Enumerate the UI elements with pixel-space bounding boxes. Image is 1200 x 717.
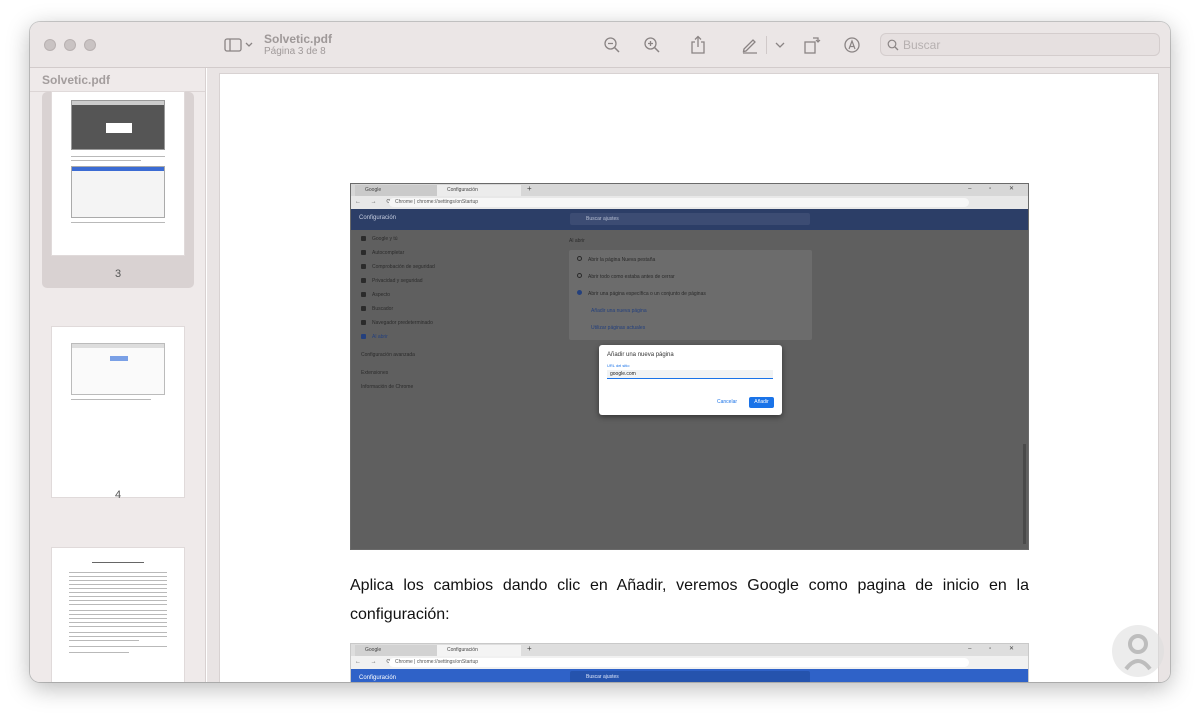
thumbnail-image [71, 100, 165, 150]
browser-tab-strip: Google Configuración + – ▫ ✕ [351, 644, 1028, 656]
window-controls-icon: – ▫ ✕ [968, 186, 1022, 192]
settings-menu-item: Aspecto [372, 292, 391, 298]
page-thumbnail-4[interactable] [52, 327, 184, 497]
dialog-title: Añadir una nueva página [607, 352, 674, 358]
page-indicator: Página 3 de 8 [264, 46, 326, 57]
startup-options-card: Abrir la página Nueva pestaña Abrir todo… [569, 250, 812, 340]
settings-header: Configuración Buscar ajustes [351, 669, 1028, 682]
section-title: Al abrir [569, 238, 585, 244]
settings-search: Buscar ajustes [570, 213, 810, 225]
share-button[interactable] [688, 34, 708, 56]
page-thumbnail-5[interactable] [52, 548, 184, 682]
settings-menu-item: Autocompletar [372, 250, 405, 256]
body-paragraph: Aplica los cambios dando clic en Añadir,… [350, 577, 1029, 623]
sidebar-icon [224, 38, 253, 52]
window-controls-icon: – ▫ ✕ [968, 646, 1022, 652]
embedded-screenshot: Google Configuración + – ▫ ✕ ← → ⟳ Chrom… [350, 183, 1029, 550]
share-icon [691, 35, 705, 54]
add-page-dialog: Añadir una nueva página URL del sitio go… [599, 345, 782, 415]
chevron-down-icon [775, 42, 785, 48]
pdf-page: Google Configuración + – ▫ ✕ ← → ⟳ Chrom… [220, 74, 1158, 682]
search-input[interactable] [903, 37, 1143, 52]
browser-tab: Configuración [437, 185, 521, 196]
dialog-field-label: URL del sitio [607, 363, 630, 368]
settings-menu-item: Privacidad y seguridad [372, 278, 423, 284]
browser-url: Chrome | chrome://settings/onStartup [389, 198, 969, 207]
browser-tab: Google [355, 185, 437, 196]
startup-option: Abrir una página específica o un conjunt… [588, 291, 706, 297]
minimize-window-button[interactable] [64, 39, 76, 51]
annotate-icon [844, 37, 860, 53]
settings-menu-item: Comprobación de seguridad [372, 264, 435, 270]
zoom-out-icon [604, 37, 620, 53]
browser-url: Chrome | chrome://settings/onStartup [389, 658, 969, 667]
thumbnail-sidebar: Solvetic.pdf 3 4 [30, 68, 206, 682]
settings-header: Configuración Buscar ajustes [351, 209, 1028, 230]
thumbnail-image [71, 343, 165, 395]
thumbnail-image [71, 166, 165, 218]
dialog-add-button: Añadir [749, 397, 774, 408]
settings-title: Configuración [359, 675, 397, 681]
toolbar: Solvetic.pdf Página 3 de 8 [30, 22, 1170, 68]
pencil-icon [742, 39, 757, 54]
rotate-button[interactable] [802, 34, 822, 56]
add-page-link: Añadir una nueva página [591, 308, 647, 314]
startup-option: Abrir todo como estaba antes de cerrar [588, 274, 675, 280]
new-tab-icon: + [527, 644, 532, 653]
settings-sidebar: Google y tú Autocompletar Comprobación d… [351, 230, 561, 549]
browser-tab: Google [355, 645, 437, 656]
annotate-button[interactable] [842, 35, 862, 55]
settings-menu-item: Navegador predeterminado [372, 320, 433, 326]
markup-menu-button[interactable] [774, 39, 786, 51]
browser-tab-strip: Google Configuración + – ▫ ✕ [351, 184, 1028, 196]
close-window-button[interactable] [44, 39, 56, 51]
settings-menu-item: Información de Chrome [361, 384, 414, 390]
logo-icon [1124, 634, 1152, 671]
document-view[interactable]: Google Configuración + – ▫ ✕ ← → ⟳ Chrom… [207, 68, 1170, 682]
site-logo-watermark [1112, 625, 1164, 677]
rotate-icon [804, 37, 821, 54]
settings-menu-item-active: Al abrir [372, 334, 388, 340]
new-tab-icon: + [527, 184, 532, 193]
settings-menu-item: Extensiones [361, 370, 389, 376]
browser-address-bar: ← → ⟳ Chrome | chrome://settings/onStart… [351, 196, 1028, 209]
settings-menu-item: Configuración avanzada [361, 352, 415, 358]
preview-window: Solvetic.pdf Página 3 de 8 Buscar Solvet… [30, 22, 1170, 682]
search-icon [887, 39, 899, 50]
scrollbar [1023, 444, 1026, 544]
sidebar-toggle-button[interactable] [222, 35, 256, 55]
settings-search: Buscar ajustes [570, 671, 810, 682]
dialog-cancel-button: Cancelar [717, 399, 738, 405]
page-number: 4 [114, 489, 122, 501]
browser-address-bar: ← → ⟳ Chrome | chrome://settings/onStart… [351, 656, 1028, 669]
settings-title: Configuración [359, 215, 397, 221]
toolbar-divider [766, 36, 767, 54]
dialog-url-input: google.com [607, 370, 773, 379]
search-field[interactable] [880, 33, 1160, 56]
markup-button[interactable] [740, 35, 760, 55]
browser-tab: Configuración [437, 645, 521, 656]
embedded-screenshot-2: Google Configuración + – ▫ ✕ ← → ⟳ Chrom… [350, 643, 1029, 682]
page-number: 3 [114, 268, 122, 280]
settings-menu-item: Buscador [372, 306, 394, 312]
zoom-in-icon [644, 37, 660, 53]
zoom-in-button[interactable] [642, 35, 662, 55]
use-current-pages-link: Utilizar páginas actuales [591, 325, 646, 331]
startup-option: Abrir la página Nueva pestaña [588, 257, 656, 263]
settings-menu-item: Google y tú [372, 236, 398, 242]
zoom-window-button[interactable] [84, 39, 96, 51]
zoom-out-button[interactable] [602, 35, 622, 55]
page-thumbnail-3[interactable] [52, 92, 184, 255]
document-title: Solvetic.pdf [264, 32, 333, 46]
sidebar-title: Solvetic.pdf [42, 73, 111, 87]
